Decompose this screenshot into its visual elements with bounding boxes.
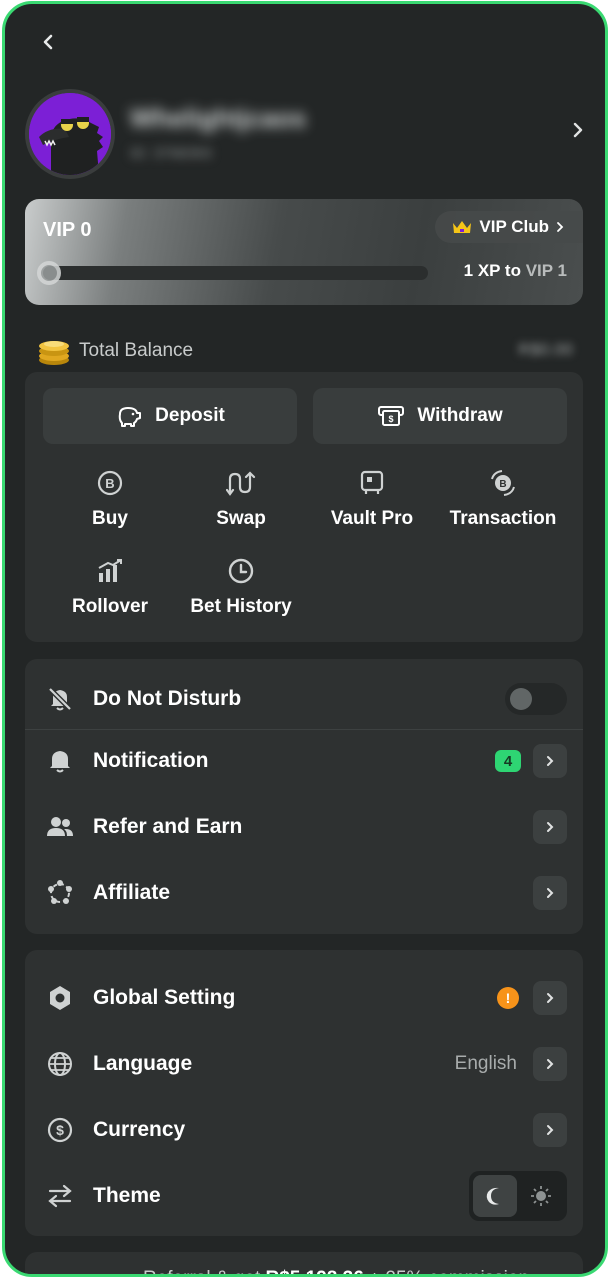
moon-icon: [486, 1187, 499, 1205]
chevron-right-icon: [547, 1125, 554, 1135]
bell-off-icon: [48, 687, 72, 711]
global-setting-chevron-button[interactable]: [533, 981, 567, 1015]
vip-progress-knob: [37, 261, 61, 285]
affiliate-network-icon: [48, 880, 72, 904]
refer-and-earn-row[interactable]: Refer and Earn: [25, 797, 583, 857]
username: Whelightjcaos: [130, 103, 307, 133]
global-setting-row[interactable]: Global Setting !: [25, 968, 583, 1028]
svg-text:B: B: [499, 479, 506, 490]
sun-icon: [531, 1186, 551, 1206]
balance-label: Total Balance: [79, 340, 194, 361]
balance-value: R$0.00: [518, 340, 573, 359]
profile-header[interactable]: Whelightjcaos ID: 3768393: [25, 89, 595, 179]
currency-chevron-button[interactable]: [533, 1113, 567, 1147]
do-not-disturb-label: Do Not Disturb: [93, 687, 242, 710]
users-icon: [47, 817, 73, 836]
chevron-right-icon: [547, 756, 554, 766]
affiliate-row[interactable]: Affiliate: [25, 863, 583, 923]
vip-progress-bar: [37, 261, 428, 285]
gift-coins-icon: [55, 1270, 125, 1277]
withdraw-button[interactable]: $ Withdraw: [313, 388, 567, 444]
notification-row[interactable]: Notification 4: [25, 731, 583, 791]
rollover-chart-icon: [98, 559, 122, 582]
bitcoin-cycle-icon: B: [491, 470, 515, 496]
user-id: ID: 3768393: [130, 145, 212, 162]
preferences-panel: Do Not Disturb Notification 4 Refer and …: [25, 659, 583, 934]
settings-panel: Global Setting ! Language English $ Curr…: [25, 950, 583, 1236]
light-theme-option[interactable]: [519, 1175, 563, 1217]
affiliate-chevron-button[interactable]: [533, 876, 567, 910]
vip-xp-text: 1 XP to VIP 1: [463, 261, 567, 280]
total-balance-row: Total Balance R$0.00: [37, 336, 583, 366]
profile-arrow[interactable]: [571, 121, 585, 144]
vip-club-label: VIP Club: [479, 217, 549, 236]
action-swap[interactable]: Swap: [176, 468, 306, 530]
notification-chevron-button[interactable]: [533, 744, 567, 778]
chevron-right-icon: [557, 222, 564, 232]
withdraw-icon: $: [378, 406, 405, 426]
vip-card[interactable]: VIP 0 VIP Club 1 XP to VIP 1: [25, 199, 583, 305]
hexagon-gear-icon: [50, 986, 70, 1010]
divider: [25, 729, 583, 730]
language-value: English: [454, 1053, 517, 1074]
affiliate-label: Affiliate: [93, 881, 171, 904]
vault-icon: [360, 470, 384, 494]
svg-text:$: $: [389, 414, 394, 424]
chevron-right-icon: [547, 993, 554, 1003]
action-transaction[interactable]: B Transaction: [438, 468, 568, 530]
chevron-right-icon: [547, 888, 554, 898]
chevron-right-icon: [547, 822, 554, 832]
withdraw-label: Withdraw: [417, 405, 503, 426]
svg-text:B: B: [105, 476, 114, 491]
dollar-circle-icon: $: [47, 1117, 73, 1143]
chevron-left-icon: [43, 34, 53, 50]
currency-row[interactable]: $ Currency: [25, 1100, 583, 1160]
vip-level: VIP 0: [43, 219, 92, 241]
deposit-button[interactable]: Deposit: [43, 388, 297, 444]
action-buy[interactable]: B Buy: [45, 468, 175, 530]
chevron-right-icon: [547, 1059, 554, 1069]
crocodile-avatar-icon: [29, 93, 111, 175]
language-row[interactable]: Language English: [25, 1034, 583, 1094]
theme-label: Theme: [93, 1184, 161, 1207]
back-button[interactable]: [35, 28, 63, 56]
swap-arrows-icon: [48, 1184, 72, 1208]
bell-icon: [50, 751, 70, 773]
wallet-panel: Deposit $ Withdraw B Buy Swap Vault Pro …: [25, 372, 583, 642]
swap-icon: [226, 471, 256, 496]
dark-theme-option[interactable]: [473, 1175, 517, 1217]
theme-row: Theme: [25, 1166, 583, 1226]
referral-banner[interactable]: Referral & get R$5,198.36 + 25% commissi…: [25, 1252, 583, 1277]
svg-text:$: $: [56, 1122, 64, 1138]
global-setting-label: Global Setting: [93, 986, 236, 1009]
coin-b-icon: B: [97, 470, 123, 496]
language-label: Language: [93, 1052, 193, 1075]
referral-text: Referral & get R$5,198.36 + 25% commissi…: [143, 1268, 529, 1274]
deposit-label: Deposit: [155, 405, 225, 426]
globe-icon: [48, 1052, 72, 1076]
do-not-disturb-toggle[interactable]: [505, 683, 567, 715]
refer-chevron-button[interactable]: [533, 810, 567, 844]
language-chevron-button[interactable]: [533, 1047, 567, 1081]
theme-switch[interactable]: [469, 1171, 567, 1221]
chevron-right-icon: [573, 122, 583, 138]
notification-label: Notification: [93, 749, 209, 772]
vip-club-button[interactable]: VIP Club: [435, 211, 583, 243]
avatar[interactable]: [25, 89, 115, 179]
crown-icon: [453, 221, 472, 233]
currency-label: Currency: [93, 1118, 186, 1141]
action-rollover[interactable]: Rollover: [45, 556, 175, 618]
refer-and-earn-label: Refer and Earn: [93, 815, 243, 838]
warning-badge: !: [497, 987, 519, 1009]
coins-icon: [39, 341, 69, 365]
action-bet-history[interactable]: Bet History: [176, 556, 306, 618]
clock-icon: [228, 558, 254, 584]
action-vault-pro[interactable]: Vault Pro: [307, 468, 437, 530]
piggy-bank-icon: [118, 407, 142, 427]
notification-count-badge: 4: [495, 750, 521, 772]
app-frame: Whelightjcaos ID: 3768393 VIP 0 VIP Club…: [2, 1, 608, 1277]
do-not-disturb-row[interactable]: Do Not Disturb: [25, 669, 583, 729]
